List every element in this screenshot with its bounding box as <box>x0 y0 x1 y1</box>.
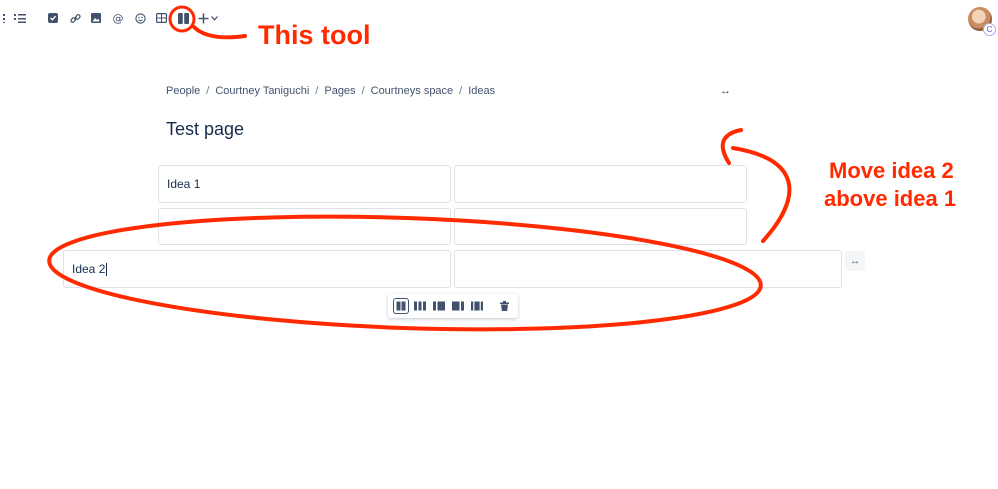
layouts-icon[interactable] <box>175 10 191 26</box>
breadcrumb-item-ideas[interactable]: Ideas <box>468 85 495 97</box>
left-sidebar-layout-icon[interactable] <box>431 298 447 314</box>
layout-row3-left[interactable]: Idea 2 <box>63 250 451 288</box>
emoji-icon[interactable] <box>132 10 148 26</box>
move-arrow-head <box>720 128 743 165</box>
table-icon[interactable] <box>153 10 169 26</box>
annotation-this-tool: This tool <box>258 20 371 50</box>
layout-row2-left[interactable] <box>158 208 451 245</box>
annotation-move-line1: Move idea 2 <box>829 158 954 183</box>
expand-layout-button[interactable]: ↔ <box>845 251 865 271</box>
idea-2-text: Idea 2 <box>72 262 106 276</box>
expand-width-icon[interactable]: ↔ <box>720 85 731 97</box>
link-icon[interactable] <box>67 10 83 26</box>
layout-row3-right[interactable] <box>454 250 842 288</box>
breadcrumb-separator: / <box>206 85 210 97</box>
breadcrumb-separator: / <box>315 85 319 97</box>
numbered-list-icon[interactable] <box>12 10 28 26</box>
page-title[interactable]: Test page <box>166 119 244 140</box>
three-columns-layout-icon[interactable] <box>412 298 428 314</box>
image-icon[interactable] <box>88 10 104 26</box>
breadcrumb-separator: / <box>459 85 463 97</box>
editor-toolbar: @ C <box>0 0 998 38</box>
text-cursor <box>106 262 108 276</box>
breadcrumb-item-person[interactable]: Courtney Taniguchi <box>215 85 309 97</box>
insert-plus-icon[interactable] <box>197 10 209 26</box>
annotation-move-line2: above idea 1 <box>824 186 957 211</box>
breadcrumb-item-people[interactable]: People <box>166 85 200 97</box>
breadcrumb-item-space[interactable]: Courtneys space <box>371 85 454 97</box>
three-with-sidebars-layout-icon[interactable] <box>469 298 485 314</box>
layout-row1-left[interactable]: Idea 1 <box>158 165 451 203</box>
avatar-badge: C <box>983 23 996 36</box>
two-columns-layout-icon[interactable] <box>393 298 409 314</box>
delete-layout-icon[interactable] <box>496 298 512 314</box>
chevron-down-icon[interactable] <box>209 10 219 26</box>
layout-row1-right[interactable] <box>454 165 747 203</box>
breadcrumb: People / Courtney Taniguchi / Pages / Co… <box>166 85 495 97</box>
right-sidebar-layout-icon[interactable] <box>450 298 466 314</box>
layout-row2-right[interactable] <box>454 208 747 245</box>
breadcrumb-separator: / <box>361 85 365 97</box>
task-icon[interactable] <box>45 10 61 26</box>
layout-options-toolbar <box>388 294 518 318</box>
mention-icon[interactable]: @ <box>110 10 126 26</box>
breadcrumb-item-pages[interactable]: Pages <box>324 85 355 97</box>
